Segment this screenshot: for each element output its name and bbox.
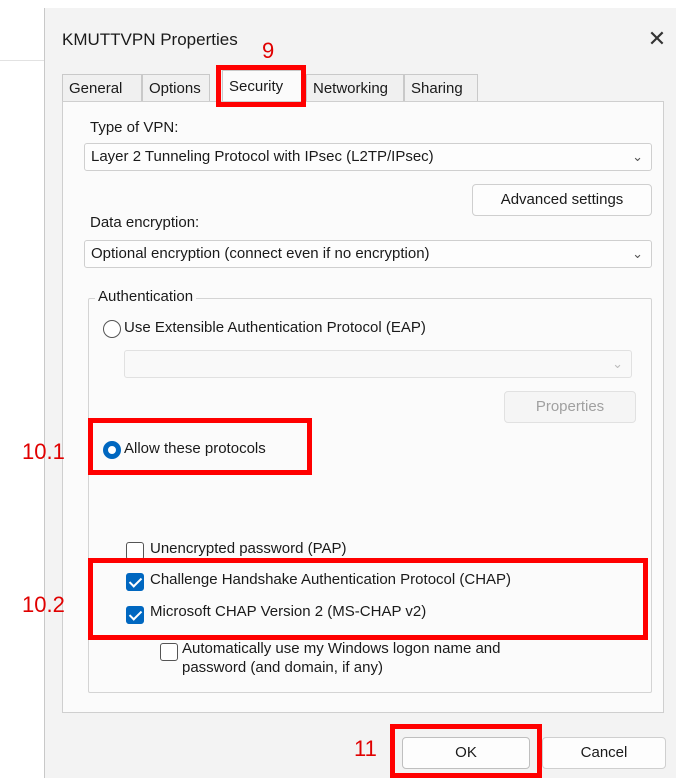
- tab-sharing[interactable]: Sharing: [404, 74, 478, 101]
- chevron-down-icon: ⌄: [632, 149, 643, 164]
- data-encryption-value: Optional encryption (connect even if no …: [91, 245, 430, 262]
- advanced-settings-button[interactable]: Advanced settings: [472, 184, 652, 216]
- eap-properties-button[interactable]: Properties: [504, 391, 636, 423]
- data-encryption-select[interactable]: Optional encryption (connect even if no …: [84, 240, 652, 268]
- vpn-type-value: Layer 2 Tunneling Protocol with IPsec (L…: [91, 148, 434, 165]
- annotation-box-allow-protocols: [88, 418, 312, 475]
- auto-logon-label-line1: Automatically use my Windows logon name …: [182, 640, 501, 657]
- annotation-box-security-tab: [216, 65, 306, 107]
- annotation-box-ok-button: [390, 724, 542, 778]
- annotation-step-10-1: 10.1: [22, 439, 65, 464]
- chevron-down-icon: ⌄: [612, 356, 623, 371]
- annotation-step-9: 9: [262, 38, 275, 63]
- tab-options[interactable]: Options: [142, 74, 210, 101]
- vpn-type-select[interactable]: Layer 2 Tunneling Protocol with IPsec (L…: [84, 143, 652, 171]
- tab-general[interactable]: General: [62, 74, 142, 101]
- authentication-group-label: Authentication: [95, 288, 197, 305]
- annotation-step-11: 11: [354, 736, 377, 761]
- auto-logon-checkbox[interactable]: [160, 643, 178, 661]
- eap-method-select[interactable]: ⌄: [124, 350, 632, 378]
- eap-option-label: Use Extensible Authentication Protocol (…: [124, 319, 426, 336]
- background-window: [0, 0, 44, 778]
- data-encryption-label: Data encryption:: [90, 214, 200, 231]
- close-icon[interactable]: ✕: [642, 24, 672, 54]
- tab-networking[interactable]: Networking: [306, 74, 404, 101]
- background-divider: [0, 60, 44, 61]
- vpn-type-label: Type of VPN:: [90, 119, 179, 136]
- auto-logon-label-line2: password (and domain, if any): [182, 659, 383, 676]
- dialog-title: KMUTTVPN Properties: [62, 30, 238, 49]
- eap-radio[interactable]: [103, 320, 121, 338]
- pap-label: Unencrypted password (PAP): [150, 540, 347, 557]
- annotation-step-10-2: 10.2: [22, 592, 65, 617]
- cancel-button[interactable]: Cancel: [542, 737, 666, 769]
- annotation-box-chap-protocols: [88, 558, 648, 640]
- chevron-down-icon: ⌄: [632, 246, 643, 261]
